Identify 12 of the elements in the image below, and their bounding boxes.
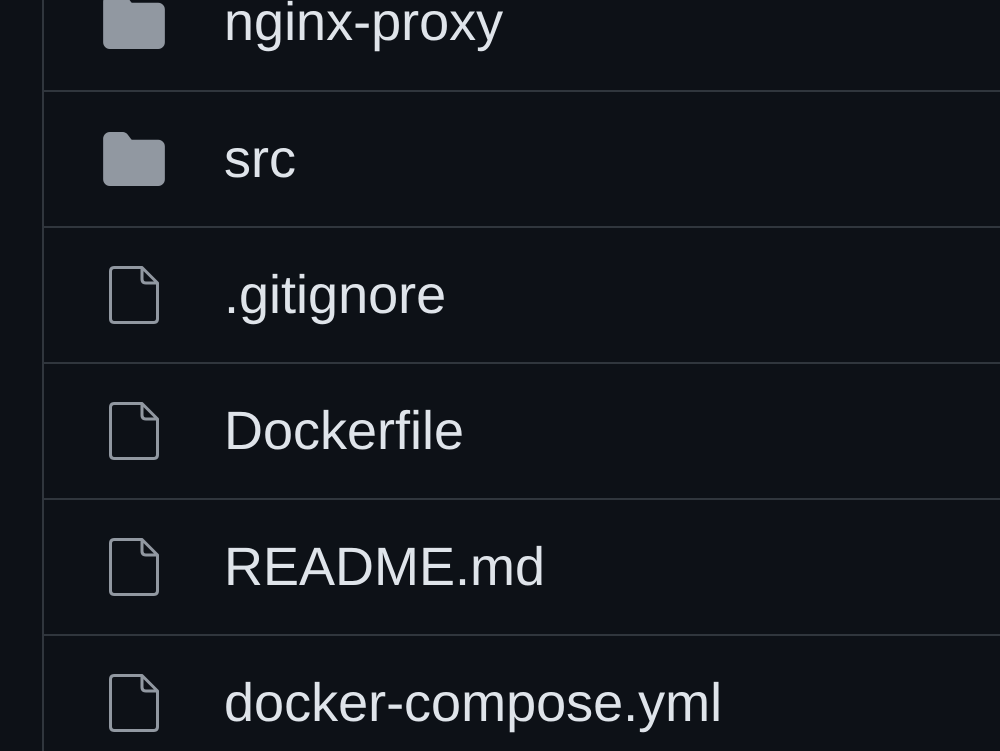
- folder-link[interactable]: src: [224, 132, 296, 186]
- file-icon: [109, 402, 159, 460]
- file-icon: [109, 266, 159, 324]
- file-icon: [109, 538, 159, 596]
- file-icon: [109, 674, 159, 732]
- file-link[interactable]: .gitignore: [224, 268, 446, 322]
- file-link[interactable]: docker-compose.yml: [224, 676, 722, 730]
- file-link[interactable]: README.md: [224, 540, 546, 594]
- file-link[interactable]: Dockerfile: [224, 404, 464, 458]
- folder-icon: [103, 0, 165, 49]
- folder-link[interactable]: nginx-proxy: [224, 0, 504, 49]
- folder-icon: [103, 132, 165, 186]
